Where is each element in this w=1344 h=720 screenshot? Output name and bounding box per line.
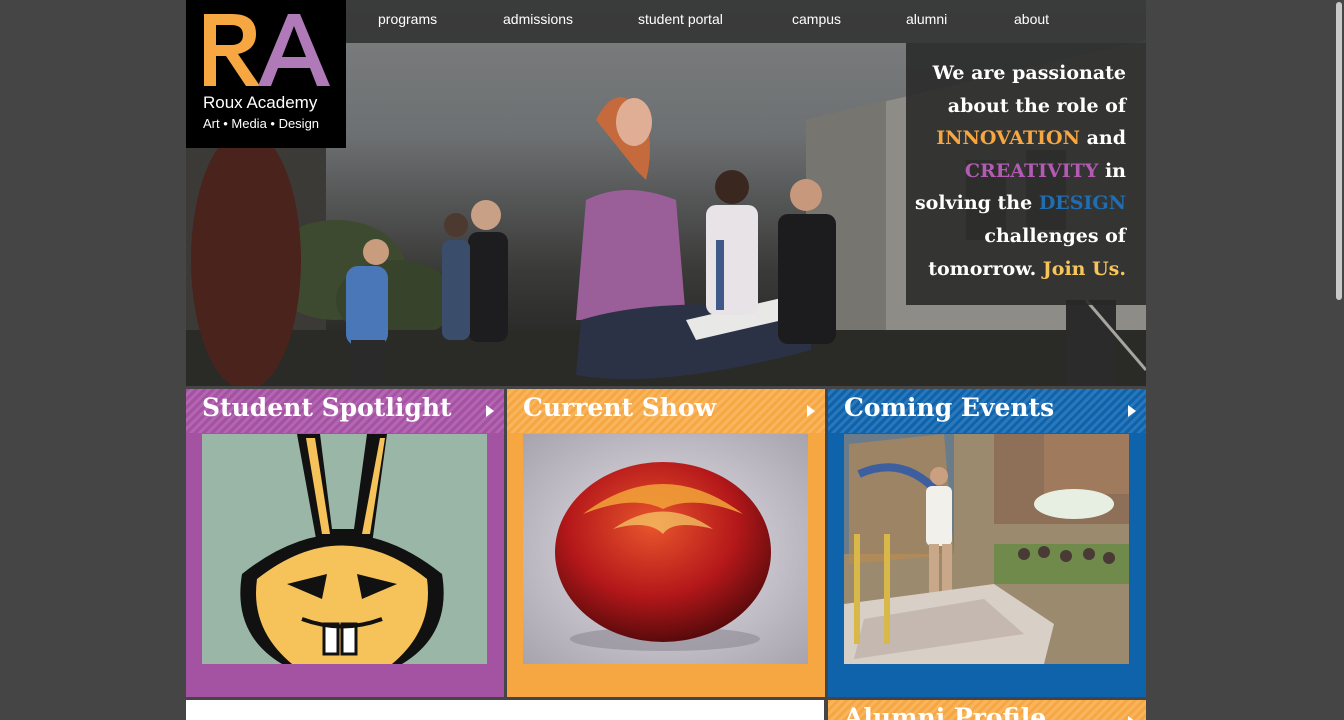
tagline-solving: solving the xyxy=(914,192,1039,215)
page-scrollbar[interactable] xyxy=(1334,0,1344,720)
hero-tagline-box: We are passionate about the role of INNO… xyxy=(906,43,1146,305)
panel-title: Coming Events xyxy=(844,393,1055,422)
nav-campus[interactable]: campus xyxy=(792,11,841,27)
panel-alumni-profile[interactable]: Alumni Profile xyxy=(828,700,1146,720)
bunny-graffiti-image xyxy=(202,434,487,664)
nav-alumni[interactable]: alumni xyxy=(906,11,947,27)
logo-tagline: Art • Media • Design xyxy=(203,116,320,131)
nav-programs[interactable]: programs xyxy=(378,11,437,27)
outdoor-painting-event-image xyxy=(844,434,1129,664)
spotlight-image[interactable] xyxy=(202,434,487,664)
content-box xyxy=(186,700,824,720)
tagline-challenges: challenges of xyxy=(984,224,1126,247)
hero-banner: programs admissions student portal campu… xyxy=(186,0,1146,386)
nav-admissions[interactable]: admissions xyxy=(503,11,573,27)
student-spotlight-header[interactable]: Student Spotlight xyxy=(186,389,504,433)
panel-title: Alumni Profile xyxy=(844,703,1047,720)
panel-title: Current Show xyxy=(523,393,717,422)
tagline-design: DESIGN xyxy=(1038,192,1126,215)
ra-logo-mark xyxy=(204,14,330,86)
nav-student-portal[interactable]: student portal xyxy=(638,11,723,27)
arrow-right-icon xyxy=(486,405,494,417)
coming-events-header[interactable]: Coming Events xyxy=(828,389,1146,433)
panel-coming-events: Coming Events xyxy=(828,389,1146,697)
arrow-right-icon xyxy=(1128,716,1136,720)
scrollbar-thumb[interactable] xyxy=(1336,2,1342,300)
current-show-header[interactable]: Current Show xyxy=(507,389,825,433)
tagline-and: and xyxy=(1079,127,1126,150)
tagline-innovation: INNOVATION xyxy=(936,127,1080,150)
tagline-creativity: CREATIVITY xyxy=(964,159,1099,182)
coming-events-image[interactable] xyxy=(844,434,1129,664)
arrow-right-icon xyxy=(1128,405,1136,417)
ceramic-sphere-image xyxy=(523,434,808,664)
tagline-line2: about the role of xyxy=(947,94,1126,117)
main-nav: programs admissions student portal campu… xyxy=(346,0,1146,43)
tagline-line1: We are passionate xyxy=(932,62,1126,84)
arrow-right-icon xyxy=(807,405,815,417)
current-show-image[interactable] xyxy=(523,434,808,664)
site-logo[interactable]: Roux Academy Art • Media • Design xyxy=(186,0,346,148)
tagline-tomorrow: tomorrow. xyxy=(928,257,1043,280)
nav-about[interactable]: about xyxy=(1014,11,1049,27)
hero-tagline: We are passionate about the role of INNO… xyxy=(911,57,1126,285)
join-us-link[interactable]: Join Us. xyxy=(1043,258,1126,280)
panel-student-spotlight: Student Spotlight xyxy=(186,389,504,697)
panel-title: Student Spotlight xyxy=(202,393,452,422)
panel-current-show: Current Show xyxy=(507,389,825,697)
page: programs admissions student portal campu… xyxy=(186,0,1146,720)
logo-name: Roux Academy xyxy=(203,93,318,112)
tagline-in: in xyxy=(1098,159,1126,182)
